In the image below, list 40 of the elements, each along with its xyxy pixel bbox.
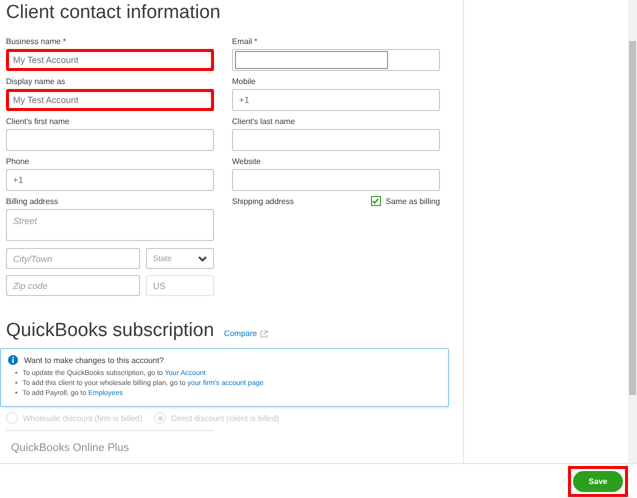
field-label: Email * xyxy=(232,36,258,47)
radio-label: Direct discount (client is billed) xyxy=(171,414,280,422)
field-label: Client's first name xyxy=(6,116,70,127)
checkbox[interactable] xyxy=(370,196,381,206)
city-field[interactable]: City/Town xyxy=(6,248,140,269)
section-heading: QuickBooks subscription xyxy=(6,320,214,342)
field-label: Website xyxy=(232,156,262,167)
field-label: Business name * xyxy=(6,36,68,47)
field-label: Billing address xyxy=(6,196,60,207)
section-heading: Client contact information xyxy=(6,2,222,24)
country-field[interactable]: US xyxy=(146,275,214,296)
text-field[interactable] xyxy=(232,129,440,151)
text-field[interactable]: My Test Account xyxy=(6,89,214,111)
text-field[interactable]: My Test Account xyxy=(6,49,214,71)
state-dropdown[interactable]: State xyxy=(146,248,214,269)
chevron-down-icon xyxy=(198,256,207,262)
scrollbar-thumb[interactable] xyxy=(629,41,636,395)
external-link-icon xyxy=(260,330,268,338)
field-label: Shipping address xyxy=(232,196,294,207)
field-label: Display name as xyxy=(6,76,66,87)
info-icon xyxy=(8,355,18,365)
radio-button[interactable] xyxy=(154,412,166,424)
field-label: Phone xyxy=(6,156,30,167)
text-field[interactable] xyxy=(232,49,440,71)
text-field[interactable]: +1 xyxy=(6,169,214,191)
compare-link[interactable]: Compare xyxy=(224,329,268,338)
radio-button[interactable] xyxy=(6,412,18,424)
street-field[interactable]: Street xyxy=(6,209,214,241)
text-field[interactable]: +1 xyxy=(232,89,440,111)
text-field[interactable] xyxy=(6,129,214,151)
zip-field[interactable]: Zip code xyxy=(6,275,140,296)
info-title: Want to make changes to this account? xyxy=(24,356,164,364)
field-label: Client's last name xyxy=(232,116,296,127)
plan-name: QuickBooks Online Plus xyxy=(11,442,130,454)
checkbox-label: Same as billing xyxy=(386,196,440,206)
text-field[interactable] xyxy=(232,169,440,191)
field-label: Mobile xyxy=(232,76,257,87)
scrollbar[interactable] xyxy=(628,0,637,463)
save-button[interactable]: Save xyxy=(573,471,623,492)
radio-label: Wholesale discount (firm is billed) xyxy=(23,414,142,422)
